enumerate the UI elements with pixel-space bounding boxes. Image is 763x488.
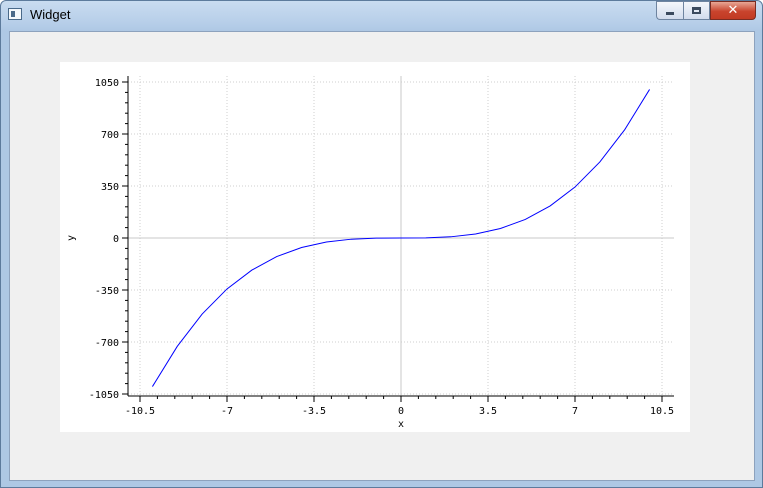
y-tick-label: 700	[101, 130, 119, 141]
y-tick-label: -700	[95, 338, 119, 349]
x-tick-label: -7	[221, 406, 233, 417]
x-tick-label: 3.5	[479, 406, 497, 417]
chart-background	[60, 62, 690, 432]
x-tick-label: -3.5	[302, 406, 326, 417]
y-tick-label: 1050	[95, 78, 119, 89]
minimize-icon	[666, 12, 674, 15]
y-tick-label: 350	[101, 182, 119, 193]
client-area: -10.5 -7 -3.5 0 3.5 7 10.5 1050 700 350 0 -350 -700 -…	[9, 31, 755, 481]
y-axis-label: y	[66, 235, 77, 241]
window-title: Widget	[30, 7, 71, 22]
y-tick-label: -1050	[89, 390, 119, 401]
maximize-icon	[692, 7, 701, 14]
y-tick-label: -350	[95, 286, 119, 297]
close-icon: ✕	[727, 3, 739, 18]
y-tick-label: 0	[113, 234, 119, 245]
close-button[interactable]: ✕	[710, 1, 756, 20]
x-tick-label: 7	[572, 406, 578, 417]
app-window: Widget ✕ -10.5 -7 -3.5 0 3.5 7 10.5 1050 700 350 0…	[0, 0, 763, 488]
maximize-button[interactable]	[683, 1, 710, 20]
x-tick-label: 10.5	[650, 406, 674, 417]
minimize-button[interactable]	[656, 1, 683, 20]
line-chart: -10.5 -7 -3.5 0 3.5 7 10.5 1050 700 350 0 -350 -700 -…	[60, 62, 690, 432]
title-bar[interactable]: Widget ✕	[1, 1, 762, 29]
window-app-icon[interactable]	[8, 8, 22, 20]
x-tick-label: 0	[398, 406, 404, 417]
window-controls: ✕	[656, 1, 756, 21]
x-tick-label: -10.5	[125, 406, 155, 417]
x-axis-label: x	[398, 419, 404, 430]
